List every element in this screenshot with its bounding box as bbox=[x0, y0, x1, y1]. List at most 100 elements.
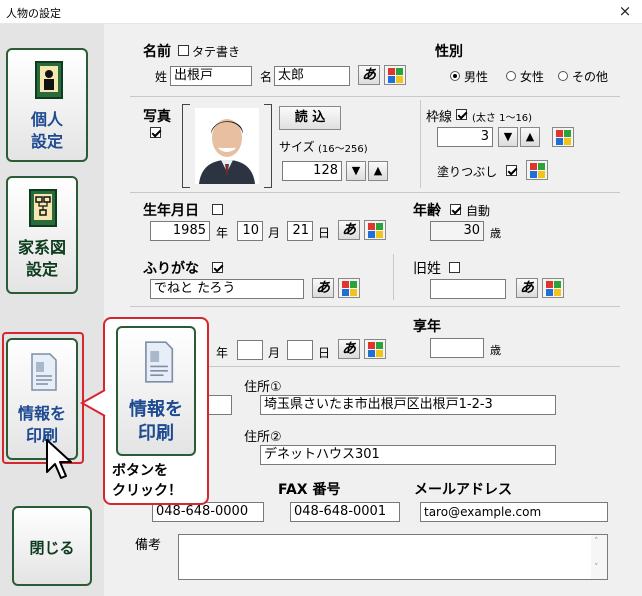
given-name-label: 名 bbox=[260, 70, 273, 84]
address2-input[interactable]: デネットハウス301 bbox=[260, 445, 556, 465]
furigana-input[interactable]: でねと たろう bbox=[150, 279, 304, 299]
maiden-name-checkbox[interactable] bbox=[449, 262, 460, 273]
fill-checkbox[interactable] bbox=[506, 165, 517, 176]
death-year-unit: 年 bbox=[216, 346, 229, 360]
birth-year-input[interactable]: 1985 bbox=[150, 221, 210, 241]
gender-male-radio[interactable] bbox=[450, 71, 460, 81]
gender-other-label: その他 bbox=[572, 70, 609, 84]
death-day-input[interactable] bbox=[287, 340, 313, 360]
phone-input[interactable]: 048-648-0000 bbox=[152, 502, 264, 522]
address2-label: 住所② bbox=[244, 430, 282, 445]
photo-load-button[interactable]: 読 込 bbox=[279, 106, 341, 130]
title-bar: 人物の設定 × bbox=[0, 0, 642, 24]
gender-other-radio[interactable] bbox=[558, 71, 568, 81]
family-tree-settings-button[interactable]: 家系図 設定 bbox=[6, 176, 78, 294]
given-name-input[interactable]: 太郎 bbox=[274, 66, 350, 86]
death-month-unit: 月 bbox=[268, 346, 281, 360]
age-auto-checkbox[interactable] bbox=[450, 204, 461, 215]
callout-print-label2: 印刷 bbox=[138, 423, 174, 444]
birth-font-button[interactable]: あ bbox=[338, 220, 360, 240]
birth-color-button[interactable] bbox=[364, 220, 386, 240]
death-month-input[interactable] bbox=[237, 340, 263, 360]
fill-label: 塗りつぶし bbox=[437, 165, 498, 179]
name-color-button[interactable] bbox=[384, 65, 406, 85]
birth-day-input[interactable]: 21 bbox=[287, 221, 313, 241]
fax-input[interactable]: 048-648-0001 bbox=[290, 502, 400, 522]
document-icon bbox=[31, 353, 57, 391]
photo-checkbox[interactable] bbox=[150, 127, 161, 138]
family-tree-label1: 家系図 bbox=[17, 238, 66, 257]
callout-text-line2: クリック！ bbox=[112, 483, 182, 499]
callout-print-label1: 情報を bbox=[129, 399, 183, 420]
callout-pointer bbox=[80, 389, 106, 417]
death-age-input[interactable] bbox=[430, 338, 484, 358]
age-unit: 歳 bbox=[490, 227, 501, 240]
frame-label: 枠線 bbox=[426, 110, 453, 125]
close-icon[interactable]: × bbox=[615, 2, 635, 20]
photo-label: 写真 bbox=[143, 109, 171, 125]
photo-size-label: サイズ bbox=[279, 140, 315, 154]
death-color-button[interactable] bbox=[364, 339, 386, 359]
gender-label: 性別 bbox=[435, 44, 463, 60]
email-label: メールアドレス bbox=[414, 482, 512, 498]
death-age-label: 享年 bbox=[413, 319, 441, 335]
furigana-color-button[interactable] bbox=[338, 278, 360, 298]
close-label: 閉じる bbox=[29, 539, 75, 557]
furigana-font-button[interactable]: あ bbox=[312, 278, 334, 298]
furigana-checkbox[interactable] bbox=[212, 262, 223, 273]
callout-text-line1: ボタンを bbox=[112, 463, 168, 479]
fill-color-button[interactable] bbox=[526, 160, 548, 180]
age-input[interactable]: 30 bbox=[430, 221, 484, 241]
mouse-cursor-icon bbox=[46, 439, 72, 479]
photo-size-down-button[interactable]: ▼ bbox=[346, 161, 366, 181]
photo-size-up-button[interactable]: ▲ bbox=[368, 161, 388, 181]
close-button[interactable]: 閉じる bbox=[12, 506, 92, 586]
divider bbox=[393, 254, 394, 300]
divider bbox=[420, 100, 421, 188]
vertical-writing-checkbox[interactable] bbox=[178, 45, 189, 56]
maiden-color-button[interactable] bbox=[542, 278, 564, 298]
birth-month-input[interactable]: 10 bbox=[237, 221, 263, 241]
frame-range: (太さ 1～16) bbox=[472, 113, 533, 124]
death-age-unit: 歳 bbox=[490, 344, 501, 357]
frame-width-down-button[interactable]: ▼ bbox=[498, 127, 518, 147]
photo-frame[interactable] bbox=[182, 104, 272, 188]
window-title: 人物の設定 bbox=[6, 7, 61, 20]
gender-female-radio[interactable] bbox=[506, 71, 516, 81]
divider bbox=[130, 192, 620, 193]
death-day-unit: 日 bbox=[318, 346, 331, 360]
divider bbox=[130, 306, 620, 307]
gender-male-label: 男性 bbox=[464, 70, 489, 84]
address1-input[interactable]: 埼玉県さいたま市出根戸区出根戸1-2-3 bbox=[260, 395, 556, 415]
callout-print-button: 情報を 印刷 bbox=[116, 326, 196, 456]
gender-female-label: 女性 bbox=[520, 70, 545, 84]
birth-date-checkbox[interactable] bbox=[212, 204, 223, 215]
death-font-button[interactable]: あ bbox=[338, 339, 360, 359]
frame-width-up-button[interactable]: ▲ bbox=[520, 127, 540, 147]
print-info-label1: 情報を bbox=[17, 404, 66, 423]
birth-date-label: 生年月日 bbox=[143, 203, 199, 219]
personal-settings-button[interactable]: 個人 設定 bbox=[6, 48, 88, 162]
surname-label: 姓 bbox=[155, 70, 168, 84]
surname-input[interactable]: 出根戸 bbox=[170, 66, 252, 86]
photo-size-input[interactable]: 128 bbox=[282, 161, 342, 181]
age-label: 年齢 bbox=[413, 203, 441, 219]
frame-color-button[interactable] bbox=[552, 127, 574, 147]
maiden-font-button[interactable]: あ bbox=[516, 278, 538, 298]
maiden-name-label: 旧姓 bbox=[413, 261, 441, 277]
frame-checkbox[interactable] bbox=[456, 109, 467, 120]
birth-month-unit: 月 bbox=[268, 226, 281, 240]
email-input[interactable]: taro@example.com bbox=[420, 502, 608, 522]
notes-textarea[interactable]: ˄ ˅ bbox=[178, 534, 608, 580]
name-font-button[interactable]: あ bbox=[358, 65, 380, 85]
fax-label: FAX 番号 bbox=[278, 482, 341, 498]
family-tree-book-icon bbox=[29, 189, 57, 227]
maiden-name-input[interactable] bbox=[430, 279, 506, 299]
photo-size-range: (16～256) bbox=[318, 144, 368, 155]
frame-width-input[interactable]: 3 bbox=[437, 127, 493, 147]
notes-scrollbar[interactable]: ˄ ˅ bbox=[591, 535, 607, 579]
portrait-image bbox=[195, 108, 259, 184]
furigana-label: ふりがな bbox=[143, 261, 199, 277]
address1-label: 住所① bbox=[244, 380, 282, 395]
birth-year-unit: 年 bbox=[216, 226, 229, 240]
